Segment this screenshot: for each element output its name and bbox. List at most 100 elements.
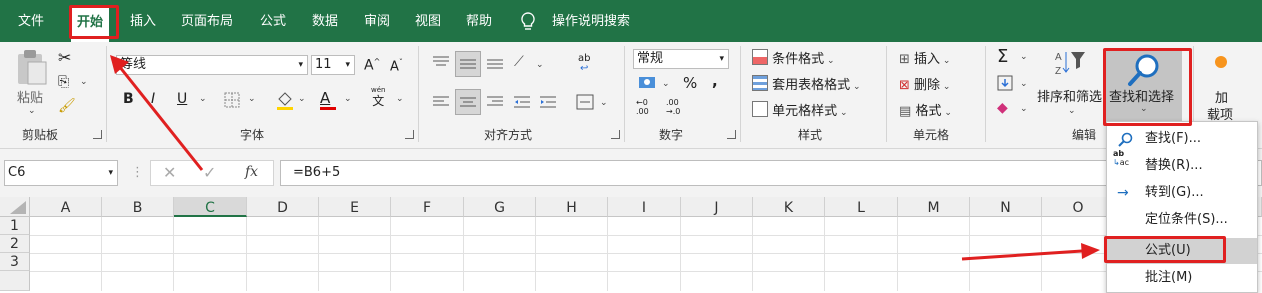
tab-formulas[interactable]: 公式 <box>260 0 286 42</box>
menu-item-goto-special[interactable]: 定位条件(S)... <box>1107 207 1257 233</box>
clear-icon[interactable]: ◆ <box>997 100 1008 116</box>
add-ins-icon[interactable] <box>1215 56 1227 68</box>
cell-styles-button[interactable]: 单元格样式 ⌄ <box>752 100 848 119</box>
font-color-dropdown-icon[interactable]: ⌄ <box>344 94 352 104</box>
fill-icon[interactable] <box>997 75 1013 94</box>
alignment-launcher-icon[interactable] <box>611 130 620 139</box>
autosum-dropdown-icon[interactable]: ⌄ <box>1020 52 1028 62</box>
row-header[interactable]: 1 <box>0 217 30 235</box>
clear-dropdown-icon[interactable]: ⌄ <box>1020 104 1028 114</box>
splitter-dots-icon[interactable]: ⋮ <box>131 165 144 180</box>
align-top-icon[interactable] <box>432 54 450 73</box>
tell-me-search[interactable]: 操作说明搜索 <box>552 0 630 42</box>
align-right-icon[interactable] <box>486 94 504 113</box>
name-box[interactable]: C6 ▾ <box>4 160 118 186</box>
row-header[interactable]: 3 <box>0 253 30 271</box>
column-header[interactable]: B <box>102 197 174 217</box>
select-all-button[interactable] <box>0 197 30 217</box>
percent-style-button[interactable]: % <box>683 74 697 92</box>
column-header[interactable]: E <box>319 197 391 217</box>
autosum-button[interactable]: Σ <box>997 46 1008 67</box>
menu-item-comments[interactable]: 批注(M) <box>1107 265 1257 291</box>
align-middle-button[interactable] <box>455 51 481 77</box>
number-format-box[interactable]: 常规 ▾ <box>633 49 729 69</box>
orientation-icon[interactable]: ⟋ <box>514 54 524 70</box>
cut-icon[interactable]: ✂ <box>58 48 71 67</box>
number-launcher-icon[interactable] <box>727 130 736 139</box>
column-header[interactable]: I <box>608 197 681 217</box>
tab-insert[interactable]: 插入 <box>130 0 156 42</box>
clipboard-launcher-icon[interactable] <box>93 130 102 139</box>
italic-button[interactable]: I <box>151 91 155 107</box>
font-name-box[interactable]: 等线 ▾ <box>116 55 308 75</box>
merge-center-icon[interactable] <box>576 94 594 113</box>
format-painter-icon[interactable]: 🖌 <box>58 98 76 114</box>
align-left-icon[interactable] <box>432 94 450 113</box>
lightbulb-icon[interactable] <box>520 12 536 35</box>
paste-button[interactable] <box>14 48 48 89</box>
tab-page-layout[interactable]: 页面布局 <box>181 0 233 42</box>
font-color-button[interactable]: A <box>320 89 336 110</box>
accounting-dropdown-icon[interactable]: ⌄ <box>662 79 670 89</box>
paste-dropdown-icon[interactable]: ⌄ <box>28 106 36 116</box>
tab-file[interactable]: 文件 <box>18 0 44 42</box>
column-header-selected[interactable]: C <box>174 197 247 217</box>
increase-indent-icon[interactable] <box>539 94 557 113</box>
tab-data[interactable]: 数据 <box>312 0 338 42</box>
decrease-decimal-button[interactable]: .00 →.0 <box>666 98 690 116</box>
font-size-box[interactable]: 11 ▾ <box>311 55 355 75</box>
phonetic-guide-button[interactable]: wén 文 <box>371 86 385 108</box>
decrease-font-size-button[interactable]: Aˇ <box>390 58 403 74</box>
font-launcher-icon[interactable] <box>405 130 414 139</box>
increase-decimal-button[interactable]: ←0 .00 <box>636 98 660 116</box>
underline-button[interactable]: U <box>177 91 187 107</box>
align-center-button[interactable] <box>455 89 481 115</box>
accounting-format-icon[interactable] <box>638 75 656 94</box>
comma-style-button[interactable]: , <box>712 72 718 90</box>
cell-gridlines[interactable] <box>30 217 1262 291</box>
conditional-formatting-button[interactable]: 条件格式 ⌄ <box>752 48 835 67</box>
menu-item-goto[interactable]: → 转到(G)... <box>1107 180 1257 206</box>
fill-color-dropdown-icon[interactable]: ⌄ <box>298 94 306 104</box>
sort-filter-label[interactable]: 排序和筛选 <box>1037 86 1102 105</box>
decrease-indent-icon[interactable] <box>513 94 531 113</box>
borders-icon[interactable] <box>224 92 240 111</box>
underline-dropdown-icon[interactable]: ⌄ <box>199 94 207 104</box>
copy-icon[interactable]: ⎘ <box>58 74 69 90</box>
sort-filter-icon[interactable]: AZ <box>1053 48 1087 81</box>
row-header[interactable]: 2 <box>0 235 30 253</box>
row-header[interactable] <box>0 271 30 291</box>
orientation-dropdown-icon[interactable]: ⌄ <box>536 60 544 70</box>
column-header[interactable]: J <box>681 197 753 217</box>
format-as-table-button[interactable]: 套用表格格式 ⌄ <box>752 74 861 93</box>
column-header[interactable]: N <box>970 197 1042 217</box>
tab-review[interactable]: 审阅 <box>364 0 390 42</box>
sort-filter-dropdown-icon[interactable]: ⌄ <box>1068 106 1076 116</box>
copy-dropdown-icon[interactable]: ⌄ <box>80 77 88 87</box>
bold-button[interactable]: B <box>123 91 134 107</box>
increase-font-size-button[interactable]: A^ <box>364 57 380 74</box>
insert-function-button[interactable]: fx <box>245 164 258 180</box>
column-header[interactable]: G <box>464 197 536 217</box>
tab-view[interactable]: 视图 <box>415 0 441 42</box>
menu-item-replace[interactable]: ab ↳ac 替换(R)... <box>1107 149 1257 179</box>
insert-cells-button[interactable]: ⊞ 插入 ⌄ <box>899 48 950 67</box>
borders-dropdown-icon[interactable]: ⌄ <box>248 94 256 104</box>
column-header[interactable]: L <box>825 197 898 217</box>
wrap-text-button[interactable]: ab ↩ <box>578 54 590 74</box>
tab-help[interactable]: 帮助 <box>466 0 492 42</box>
format-cells-button[interactable]: ▤ 格式 ⌄ <box>899 100 952 119</box>
column-header[interactable]: A <box>30 197 102 217</box>
column-header[interactable]: F <box>391 197 464 217</box>
column-header[interactable]: M <box>898 197 970 217</box>
align-bottom-icon[interactable] <box>486 54 504 73</box>
enter-check-icon[interactable]: ✓ <box>203 163 216 182</box>
column-header[interactable]: D <box>247 197 319 217</box>
column-header[interactable]: K <box>753 197 825 217</box>
fill-dropdown-icon[interactable]: ⌄ <box>1020 79 1028 89</box>
merge-dropdown-icon[interactable]: ⌄ <box>600 98 608 108</box>
menu-item-find[interactable]: 查找(F)... <box>1107 126 1257 152</box>
phonetic-dropdown-icon[interactable]: ⌄ <box>396 94 404 104</box>
delete-cells-button[interactable]: ⊠ 删除 ⌄ <box>899 74 950 93</box>
fill-color-icon[interactable] <box>276 91 294 114</box>
